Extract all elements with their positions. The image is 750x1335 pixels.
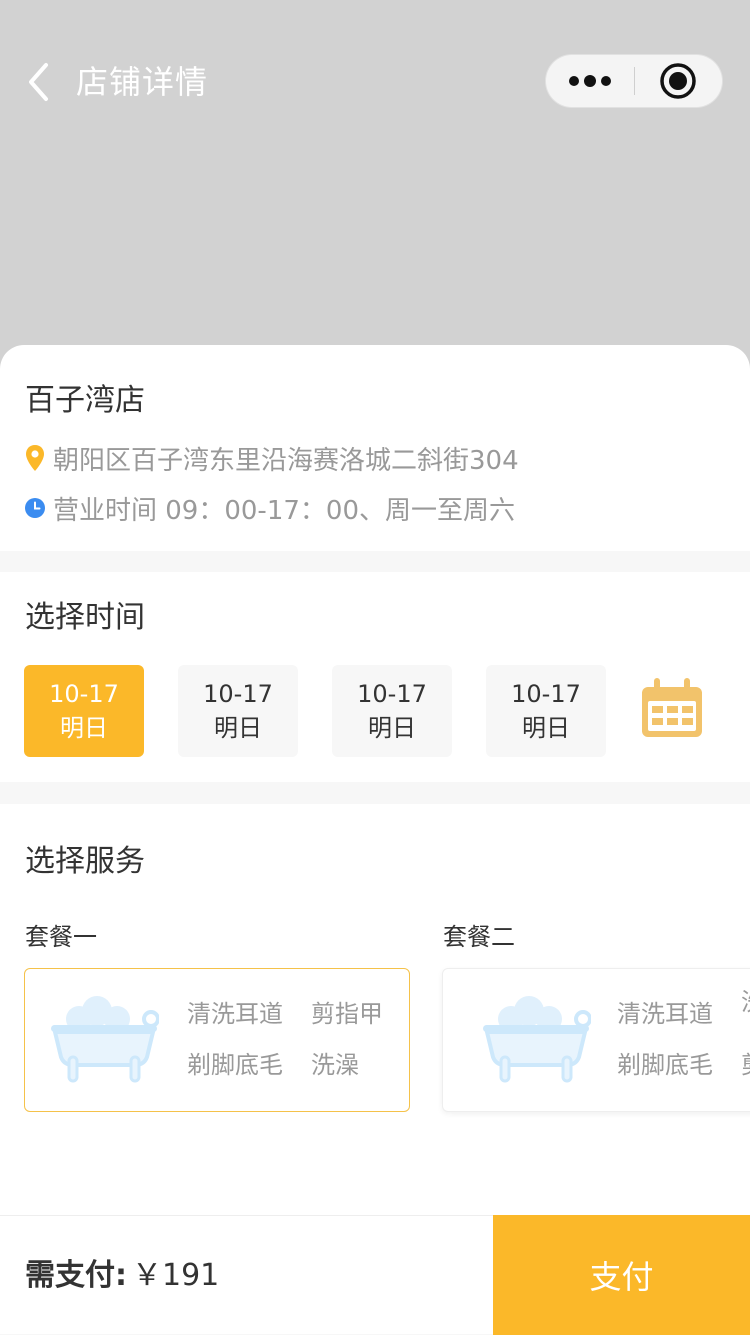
location-pin-icon [25,444,45,472]
date-option-label: 明日 [368,714,416,742]
store-address-row[interactable]: 朝阳区百子湾东里沿海赛洛城二斜街304 [25,440,519,476]
service-section-title: 选择服务 [25,844,145,879]
service-selection-card: 选择服务 套餐一 套餐二 清洗耳道 剪指甲 剃脚底毛 洗澡 清洗耳道 剃脚底毛 [0,804,750,1216]
bathtub-icon [51,996,159,1083]
date-option-4[interactable]: 10-17 明日 [486,665,606,757]
date-option-date: 10-17 [49,680,119,708]
pay-label: 需支付: [25,1258,127,1293]
date-option-3[interactable]: 10-17 明日 [332,665,452,757]
page-title: 店铺详情 [76,63,209,101]
chevron-left-icon [29,63,48,101]
calendar-button[interactable] [638,675,706,743]
package-tag: 剃脚底毛 [187,1051,283,1079]
date-option-label: 明日 [522,714,570,742]
package-tag: 剃脚底毛 [617,1051,713,1079]
store-info-card: 百子湾店 朝阳区百子湾东里沿海赛洛城二斜街304 营业时间 09：00-17：0… [0,345,750,551]
package-1-name: 套餐一 [25,923,97,951]
bathtub-icon [483,996,591,1083]
date-option-date: 10-17 [357,680,427,708]
package-tag: 剪 [741,1048,750,1082]
more-button[interactable] [546,54,634,108]
store-address: 朝阳区百子湾东里沿海赛洛城二斜街304 [53,445,519,476]
date-option-date: 10-17 [511,680,581,708]
date-option-2[interactable]: 10-17 明日 [178,665,298,757]
date-option-label: 明日 [214,714,262,742]
date-option-1[interactable]: 10-17 明日 [24,665,144,757]
store-banner: 店铺详情 [0,0,750,400]
pay-button[interactable]: 支付 [493,1215,750,1335]
package-tag: 洗澡 [311,1051,359,1079]
calendar-icon [642,678,702,737]
store-hours-row: 营业时间 09：00-17：00、周一至周六 [25,490,515,526]
clock-icon [25,494,45,522]
package-1-card[interactable]: 清洗耳道 剪指甲 剃脚底毛 洗澡 [24,968,410,1112]
store-name: 百子湾店 [25,383,145,418]
target-close-icon [660,63,696,99]
package-tag: 清洗耳道 [187,1000,283,1028]
package-tag: 剪指甲 [311,1000,383,1028]
mini-program-capsule [545,54,723,108]
pay-amount: ￥191 [132,1258,220,1293]
back-button[interactable] [18,60,58,104]
date-option-date: 10-17 [203,680,273,708]
time-selection-card: 选择时间 10-17 明日 10-17 明日 10-17 明日 10-17 明日 [0,572,750,782]
package-2-card[interactable]: 清洗耳道 洗 剃脚底毛 剪 [442,968,750,1112]
package-tag: 洗 [741,985,750,1019]
close-button[interactable] [635,54,723,108]
store-hours: 营业时间 09：00-17：00、周一至周六 [53,495,515,526]
time-section-title: 选择时间 [25,600,145,635]
package-2-name: 套餐二 [443,923,515,951]
date-option-label: 明日 [60,714,108,742]
payment-bar: 需支付: ￥191 支付 [0,1215,750,1335]
package-tag: 清洗耳道 [617,1000,713,1028]
more-dots-icon [568,75,611,87]
